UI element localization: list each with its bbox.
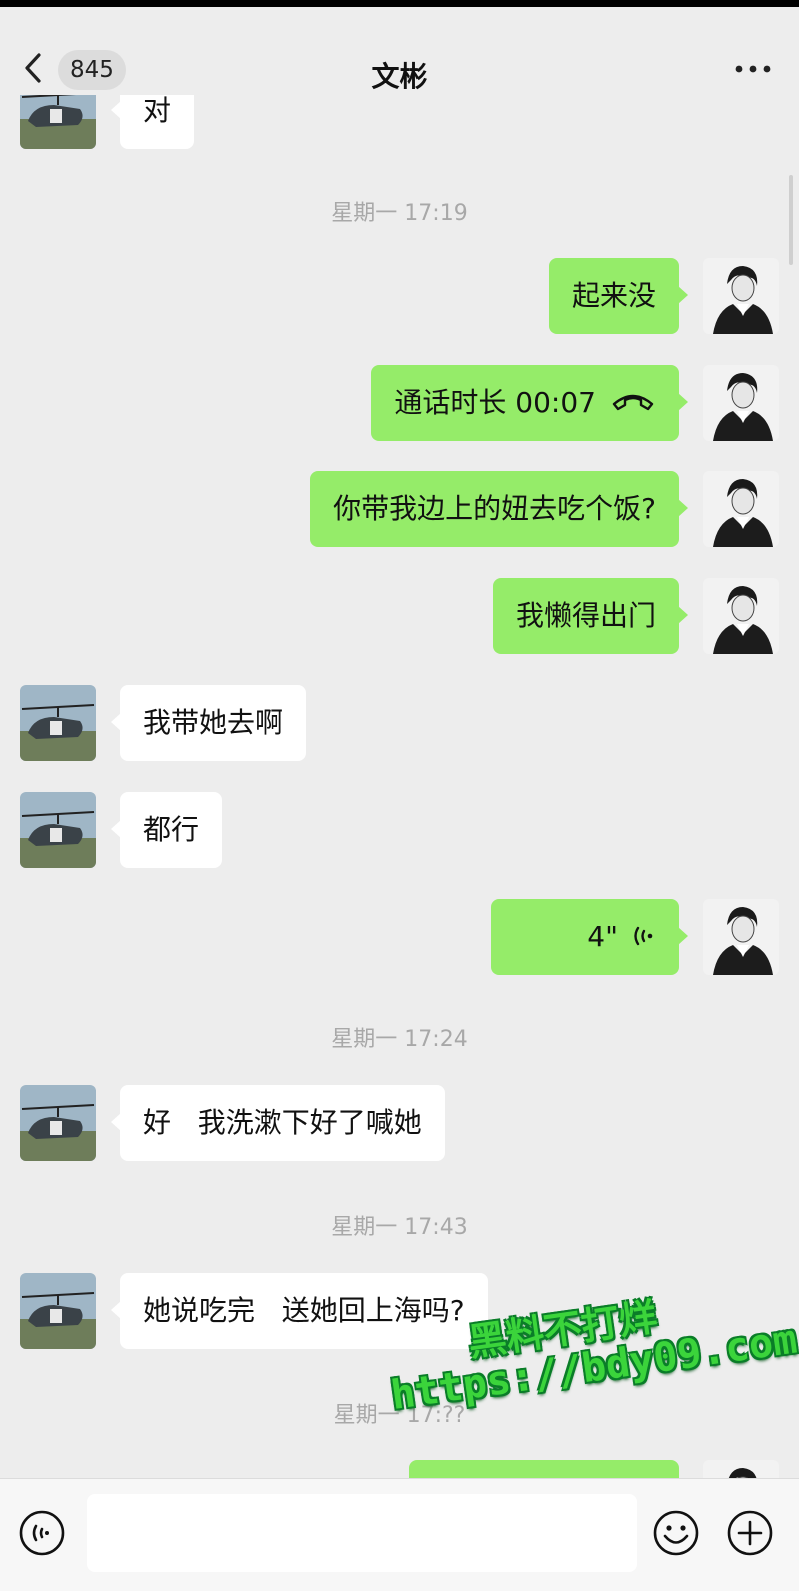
voice-wave-icon bbox=[632, 923, 656, 949]
voice-duration: 4" bbox=[587, 920, 618, 953]
input-bar bbox=[0, 1478, 799, 1591]
ellipsis-icon[interactable] bbox=[733, 59, 773, 79]
screen-frame-top bbox=[0, 0, 799, 7]
user-avatar[interactable] bbox=[703, 899, 779, 975]
outgoing-message-bubble[interactable]: 我懒得出门 bbox=[492, 578, 689, 654]
message-list[interactable]: 对 星期一 17:19 起来没 通话时长 00:07 你带我边上的妞去吃个饭? … bbox=[0, 95, 799, 1495]
incoming-message-bubble[interactable]: 我带她去啊 bbox=[110, 685, 307, 761]
call-record-bubble[interactable]: 通话时长 00:07 bbox=[371, 365, 688, 441]
user-avatar[interactable] bbox=[703, 578, 779, 654]
message-timestamp: 星期一 17:43 bbox=[331, 1215, 468, 1240]
message-timestamp: 星期一 17:24 bbox=[331, 1027, 468, 1052]
phone-hangup-icon bbox=[610, 390, 656, 412]
voice-message-bubble[interactable]: 4" bbox=[491, 899, 688, 975]
incoming-message-bubble[interactable]: 对 bbox=[110, 95, 195, 149]
outgoing-message-bubble[interactable]: 起来没 bbox=[548, 258, 689, 334]
call-duration-text: 通话时长 00:07 bbox=[394, 386, 596, 419]
incoming-message-bubble[interactable]: 好 我洗漱下好了喊她 bbox=[111, 1085, 445, 1161]
chat-header: 845 文彬 bbox=[0, 7, 799, 95]
contact-name-title: 文彬 bbox=[371, 60, 428, 93]
incoming-message-bubble[interactable]: 都行 bbox=[110, 792, 223, 868]
user-avatar[interactable] bbox=[703, 365, 779, 441]
message-input[interactable] bbox=[87, 1494, 637, 1572]
helicopter-avatar[interactable] bbox=[20, 685, 96, 761]
message-timestamp: 星期一 17:?? bbox=[333, 1403, 466, 1428]
helicopter-avatar[interactable] bbox=[20, 792, 96, 868]
user-avatar[interactable] bbox=[703, 471, 779, 547]
voice-input-icon[interactable] bbox=[18, 1509, 66, 1557]
user-avatar[interactable] bbox=[703, 258, 779, 334]
helicopter-avatar[interactable] bbox=[20, 1085, 96, 1161]
incoming-message-bubble[interactable]: 她说吃完 送她回上海吗? bbox=[111, 1273, 488, 1349]
helicopter-avatar[interactable] bbox=[20, 1273, 96, 1349]
plus-circle-icon[interactable] bbox=[726, 1509, 774, 1557]
emoji-icon[interactable] bbox=[652, 1509, 700, 1557]
message-timestamp: 星期一 17:19 bbox=[331, 201, 468, 226]
helicopter-avatar[interactable] bbox=[20, 95, 96, 149]
outgoing-message-bubble[interactable]: 你带我边上的妞去吃个饭? bbox=[310, 471, 688, 547]
